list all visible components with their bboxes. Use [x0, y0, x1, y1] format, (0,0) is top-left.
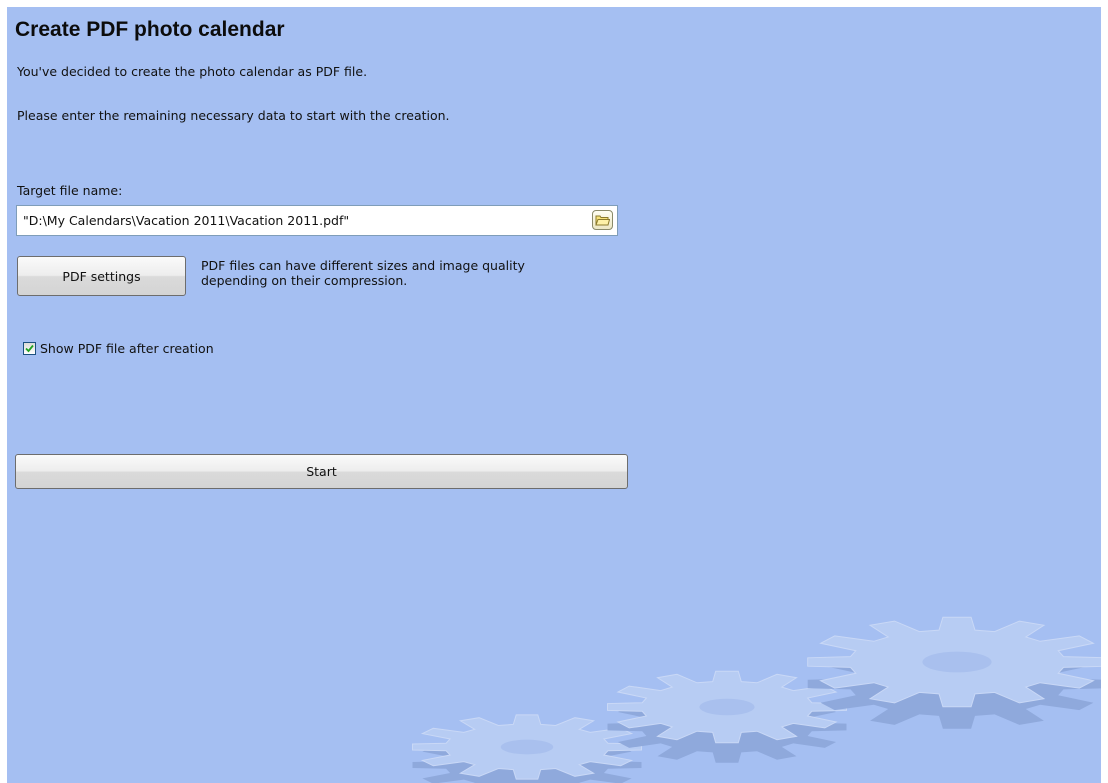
gears-decoration — [412, 616, 1101, 783]
gear-shape-left — [412, 714, 642, 783]
folder-icon — [595, 215, 610, 226]
target-file-value: "D:\My Calendars\Vacation 2011\Vacation … — [23, 213, 350, 228]
intro-text-2: Please enter the remaining necessary dat… — [17, 108, 450, 123]
checkmark-icon — [25, 344, 34, 352]
target-file-input[interactable]: "D:\My Calendars\Vacation 2011\Vacation … — [16, 205, 618, 236]
target-file-label: Target file name: — [17, 183, 123, 198]
intro-text-1: You've decided to create the photo calen… — [17, 64, 368, 79]
pdf-settings-button[interactable]: PDF settings — [17, 256, 186, 296]
gear-shape-right — [807, 616, 1101, 729]
pdf-settings-description: PDF files can have different sizes and i… — [201, 258, 525, 288]
pdf-description-line-2: depending on their compression. — [201, 273, 408, 288]
start-button[interactable]: Start — [15, 454, 628, 489]
show-pdf-checkbox[interactable] — [23, 341, 36, 355]
show-pdf-option[interactable]: Show PDF file after creation — [23, 340, 214, 356]
browse-folder-button[interactable] — [592, 210, 613, 230]
wizard-panel: Create PDF photo calendar You've decided… — [7, 7, 1101, 783]
show-pdf-label: Show PDF file after creation — [40, 340, 214, 356]
page-title: Create PDF photo calendar — [15, 18, 285, 41]
pdf-description-line-1: PDF files can have different sizes and i… — [201, 258, 525, 273]
